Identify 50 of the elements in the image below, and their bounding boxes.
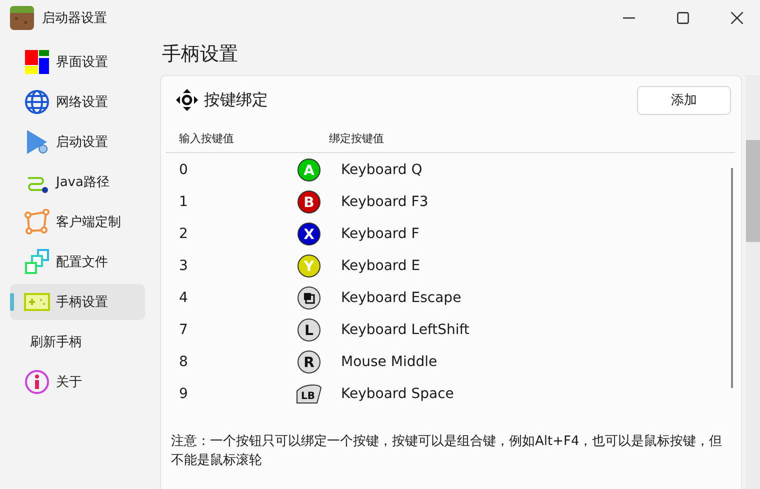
face-button-icon: A — [297, 158, 321, 182]
sidebar-item[interactable]: 关于 — [10, 364, 145, 400]
sidebar-item[interactable]: 刷新手柄 — [10, 324, 145, 360]
files-icon — [24, 249, 50, 275]
input-value: 2 — [178, 226, 189, 242]
maximize-icon — [677, 12, 689, 24]
input-value: 3 — [178, 258, 189, 274]
bound-key: Keyboard F — [339, 226, 420, 242]
sidebar-item[interactable]: 界面设置 — [10, 44, 145, 80]
bumper-icon: LB — [295, 383, 323, 405]
shape-icon — [24, 209, 50, 235]
column-header: 绑定按键值 — [329, 130, 384, 146]
input-value: 8 — [178, 354, 189, 370]
window-title: 启动器设置 — [42, 10, 108, 27]
note-text: 注意：一个按钮只可以绑定一个按键，按键可以是组合键，例如Alt+F4，也可以是鼠标按键，但不能是鼠标滚轮 — [170, 433, 724, 470]
dpad-icon — [176, 89, 198, 111]
app-logo-icon — [10, 6, 34, 30]
bound-key: Keyboard Q — [339, 162, 422, 178]
info-icon — [24, 369, 50, 395]
close-icon — [731, 12, 743, 24]
bound-key: Keyboard LeftShift — [339, 322, 470, 338]
globe-icon — [24, 89, 50, 115]
input-value: 4 — [178, 290, 189, 306]
bound-key: Mouse Middle — [339, 354, 438, 370]
sidebar-item[interactable]: Java路径 — [10, 164, 145, 200]
bound-key: Keyboard Escape — [339, 290, 462, 306]
play-icon — [24, 129, 50, 155]
add-button[interactable]: 添加 — [637, 86, 731, 114]
bound-key: Keyboard Space — [339, 386, 454, 402]
sidebar-item[interactable]: 启动设置 — [10, 124, 145, 160]
input-value: 1 — [178, 194, 189, 210]
sidebar-item[interactable]: 客户端定制 — [10, 204, 145, 240]
sidebar-item[interactable]: 配置文件 — [10, 244, 145, 280]
view-button-icon — [297, 286, 321, 310]
face-button-icon: B — [297, 190, 321, 214]
sidebar-item[interactable]: 手柄设置 — [10, 284, 145, 320]
face-button-icon: X — [297, 222, 321, 246]
tiles-icon — [24, 49, 50, 75]
input-value: 7 — [178, 322, 189, 338]
input-value: 9 — [178, 386, 189, 402]
bound-key: Keyboard F3 — [339, 194, 428, 210]
page-title: 手柄设置 — [161, 42, 239, 67]
sidebar-item[interactable]: 网络设置 — [10, 84, 145, 120]
stick-icon: R — [297, 350, 321, 374]
bound-key: Keyboard E — [339, 258, 420, 274]
column-header: 输入按键值 — [178, 130, 235, 146]
face-button-icon: Y — [297, 254, 321, 278]
input-value: 0 — [178, 162, 189, 178]
card-title: 按键绑定 — [204, 90, 269, 110]
stick-icon: L — [297, 318, 321, 342]
